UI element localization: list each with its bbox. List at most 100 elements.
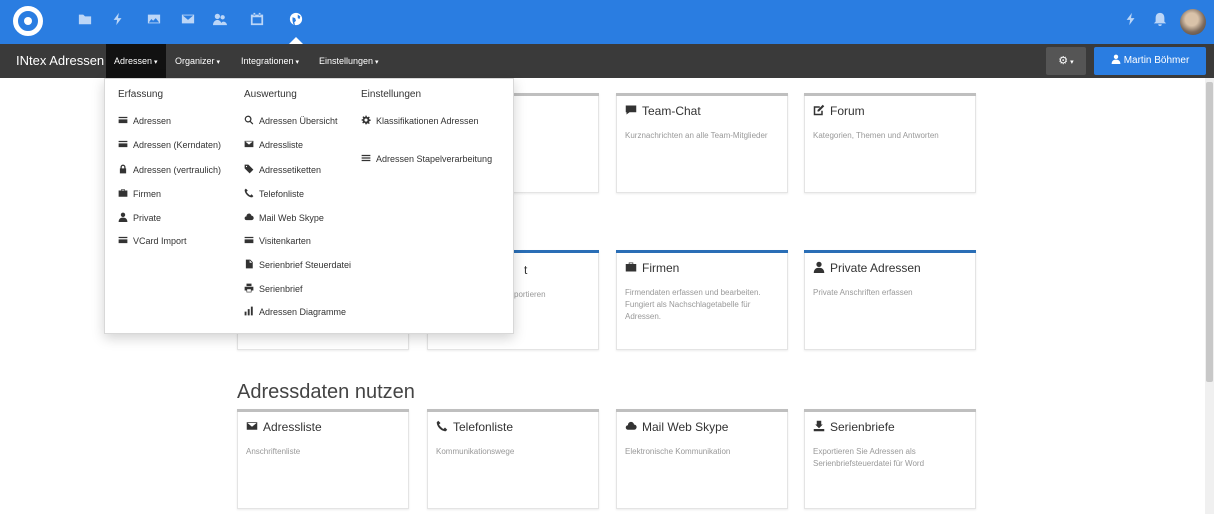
card-icon [118,236,128,244]
tile-description: Kurznachrichten an alle Team-Mitglieder [625,131,768,140]
gear-icon: ⚙ [1058,55,1069,67]
globe-icon[interactable] [287,12,305,30]
list-icon [361,154,371,162]
menu-item-visitenkarten[interactable]: Visitenkarten [244,234,311,248]
user-icon [118,212,128,222]
menu-item-adressen-uebersicht[interactable]: Adressen Übersicht [244,114,338,128]
lightning-icon[interactable] [1122,12,1140,30]
menu-item-adressen-vertraulich[interactable]: Adressen (vertraulich) [118,163,221,177]
tile-title: Private Adressen [830,261,921,275]
tile-description: Kommunikationswege [436,447,515,456]
tile-title: t [524,263,528,277]
tile-title: Team-Chat [642,104,701,118]
dropdown-heading-auswertung: Auswertung [244,89,297,100]
brand-title[interactable]: INtex Adressen [16,44,104,78]
tile-description: Elektronische Kommunikation [625,447,731,456]
user-menu-button[interactable]: Martin Böhmer [1094,47,1206,75]
tile-mail-web-skype[interactable]: Mail Web Skype Elektronische Kommunikati… [616,409,788,509]
nav-adressen[interactable]: Adressen ▾ [106,44,166,78]
page-scrollbar[interactable] [1205,78,1214,514]
phone-icon [436,420,448,432]
tile-title: Serienbriefe [830,420,895,434]
image-icon[interactable] [145,12,163,30]
menu-item-adressen-diagramme[interactable]: Adressen Diagramme [244,305,346,319]
tile-telefonliste[interactable]: Telefonliste Kommunikationswege [427,409,599,509]
user-icon [1111,54,1121,64]
tile-description: portieren [514,290,546,299]
caret-down-icon: ▾ [216,59,221,66]
caret-down-icon: ▾ [295,59,300,66]
tile-adressliste[interactable]: Adressliste Anschriftenliste [237,409,409,509]
main-navbar: INtex Adressen Adressen ▾ Organizer ▾ Inte… [0,44,1214,78]
comment-icon [625,105,637,115]
phone-icon [244,188,254,198]
menu-item-adressliste[interactable]: Adressliste [244,138,303,152]
search-icon [244,115,254,125]
tile-description: Firmendaten erfassen und bearbeiten. Fun… [625,288,761,321]
tile-forum[interactable]: Forum Kategorien, Themen und Antworten [804,93,976,193]
menu-item-private[interactable]: Private [118,211,161,225]
logo-icon[interactable] [13,6,43,36]
caret-down-icon: ▾ [1070,59,1074,66]
card-icon [118,140,128,148]
menu-item-firmen[interactable]: Firmen [118,187,161,201]
menu-item-adressen-kerndaten[interactable]: Adressen (Kerndaten) [118,138,221,152]
top-app-bar [0,0,1214,44]
tile-title: Mail Web Skype [642,420,729,434]
dropdown-heading-erfassung: Erfassung [118,89,164,100]
menu-item-serienbrief-steuerdatei[interactable]: Serienbrief Steuerdatei [244,258,351,272]
lock-icon [119,164,127,174]
dropdown-heading-einstellungen: Einstellungen [361,89,422,100]
menu-item-mail-web-skype[interactable]: Mail Web Skype [244,211,324,225]
lightning-icon[interactable] [109,12,127,30]
menu-item-adressen[interactable]: Adressen [118,114,171,128]
settings-button[interactable]: ⚙ ▾ [1046,47,1086,75]
tile-private-adressen[interactable]: Private Adressen Private Anschriften erf… [804,250,976,350]
menu-item-telefonliste[interactable]: Telefonliste [244,187,304,201]
nav-einstellungen[interactable]: Einstellungen ▾ [311,44,387,78]
calendar-icon[interactable] [248,12,266,30]
cloud-icon [625,421,637,430]
tile-serienbriefe[interactable]: Serienbriefe Exportieren Sie Adressen al… [804,409,976,509]
menu-item-serienbrief[interactable]: Serienbrief [244,282,303,296]
active-indicator [289,37,303,44]
tile-title: Adressliste [263,420,322,434]
briefcase-icon [118,189,128,197]
section-title-adressdaten-nutzen: Adressdaten nutzen [237,381,415,403]
card-icon [244,236,254,244]
card-icon [118,116,128,124]
menu-item-vcard-import[interactable]: VCard Import [118,234,187,248]
tile-team-chat[interactable]: Team-Chat Kurznachrichten an alle Team-M… [616,93,788,193]
avatar[interactable] [1180,9,1206,35]
users-icon[interactable] [211,12,229,30]
cloud-icon [244,213,254,221]
tile-title: Forum [830,104,865,118]
file-icon [245,259,253,269]
tile-firmen[interactable]: Firmen Firmendaten erfassen und bearbeit… [616,250,788,350]
caret-down-icon: ▾ [375,59,379,66]
tile-description: Private Anschriften erfassen [813,288,913,297]
inbox-icon [813,420,825,432]
menu-item-adressetiketten[interactable]: Adressetiketten [244,163,321,177]
tile-title: Telefonliste [453,420,514,434]
mail-icon [246,422,258,430]
tile-description: Anschriftenliste [246,447,301,456]
caret-down-icon: ▾ [154,59,158,66]
tile-title: Firmen [642,261,680,275]
bell-icon[interactable] [1151,12,1169,30]
adressen-dropdown-menu: Erfassung Adressen Adressen (Kerndaten) … [104,78,514,334]
tags-icon [244,164,254,174]
chart-icon [244,306,253,316]
menu-item-adressen-stapelverarbeitung[interactable]: Adressen Stapelverarbeitung [361,152,492,166]
print-icon [244,283,254,293]
nav-integrationen[interactable]: Integrationen ▾ [233,44,307,78]
edit-icon [813,104,825,116]
nav-organizer[interactable]: Organizer ▾ [167,44,228,78]
mail-icon[interactable] [179,12,197,30]
gear-icon [361,115,371,125]
folder-icon[interactable] [76,12,94,30]
briefcase-icon [625,262,637,272]
mail-icon [244,140,254,148]
menu-item-klassifikationen-adressen[interactable]: Klassifikationen Adressen [361,114,479,128]
scrollbar-thumb[interactable] [1206,82,1213,382]
